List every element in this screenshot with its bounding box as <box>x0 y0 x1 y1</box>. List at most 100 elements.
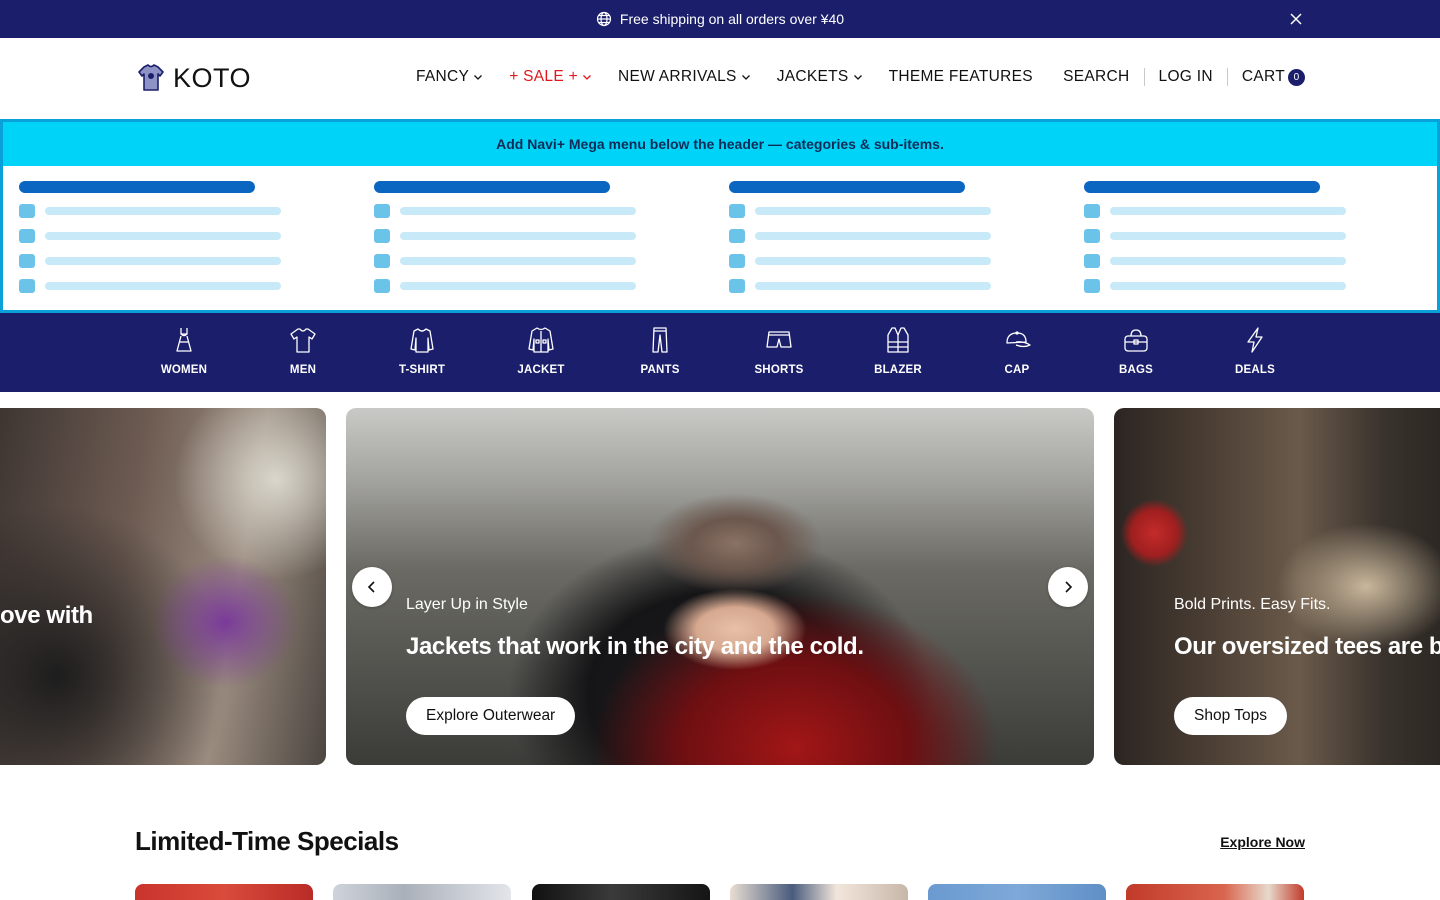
category-label: T-SHIRT <box>398 364 446 376</box>
mega-column <box>729 181 991 293</box>
mega-sub-item <box>729 204 991 218</box>
category-shorts[interactable]: SHORTS <box>734 325 824 376</box>
product-thumbnail[interactable] <box>730 884 908 900</box>
category-label: PANTS <box>640 364 680 376</box>
category-blazer[interactable]: BLAZER <box>853 325 943 376</box>
shop-tops-button[interactable]: Shop Tops <box>1174 697 1287 735</box>
hero-headline: Our oversized tees are bac <box>1174 633 1440 660</box>
chevron-down-icon <box>741 75 750 80</box>
category-label: SHORTS <box>754 364 804 376</box>
hero-headline: Jackets that work in the city and the co… <box>406 633 864 660</box>
shorts-icon <box>766 331 792 348</box>
mega-sub-item <box>1084 254 1346 268</box>
header-utilities: SEARCH LOG IN CART 0 <box>1063 68 1305 86</box>
cart-link[interactable]: CART 0 <box>1242 68 1305 86</box>
product-thumbnail[interactable] <box>135 884 313 900</box>
login-link[interactable]: LOG IN <box>1159 68 1213 86</box>
cap-icon <box>1006 331 1031 348</box>
logo-text: KOTO <box>173 62 252 93</box>
nav-label: + SALE + <box>509 68 578 85</box>
mega-column-heading <box>19 181 255 193</box>
mega-sub-item <box>374 254 636 268</box>
mega-sub-item <box>374 279 636 293</box>
category-women[interactable]: WOMEN <box>139 325 229 376</box>
announcement-bar: Free shipping on all orders over ¥40 <box>0 0 1440 38</box>
category-label: JACKET <box>517 364 565 376</box>
category-label: BAGS <box>1118 364 1154 376</box>
category-bar: WOMEN MEN T-SHIRT JACKET PANTS SHORTS BL… <box>0 313 1440 392</box>
longsleeve-icon <box>410 328 434 353</box>
category-label: BLAZER <box>874 364 922 376</box>
category-label: WOMEN <box>160 364 208 376</box>
site-header: KOTO FANCY + SALE + NEW ARRIVALS JACKETS… <box>0 38 1440 119</box>
nav-item-new-arrivals[interactable]: NEW ARRIVALS <box>618 68 751 86</box>
hero-slide-previous[interactable]: ove with <box>0 408 326 765</box>
carousel-prev-button[interactable] <box>352 567 392 607</box>
main-nav: FANCY + SALE + NEW ARRIVALS JACKETS THEM… <box>416 68 1059 86</box>
mega-sub-item <box>374 204 636 218</box>
category-label: DEALS <box>1235 364 1275 376</box>
hero-slide-image <box>0 408 326 765</box>
hero-headline: ove with <box>0 602 93 629</box>
nav-item-sale[interactable]: + SALE + <box>509 68 592 86</box>
category-jacket[interactable]: JACKET <box>496 325 586 376</box>
logo-shirt-icon <box>138 64 164 91</box>
mega-column-heading <box>729 181 965 193</box>
search-link[interactable]: SEARCH <box>1063 68 1129 86</box>
mega-sub-item <box>19 204 281 218</box>
jacket-icon <box>528 327 554 353</box>
chevron-down-icon <box>853 75 862 80</box>
category-label: CAP <box>1004 364 1030 376</box>
mega-sub-item <box>729 254 991 268</box>
category-pants[interactable]: PANTS <box>615 325 705 376</box>
cart-label: CART <box>1241 68 1285 85</box>
category-bags[interactable]: BAGS <box>1091 325 1181 376</box>
nav-label: FANCY <box>416 68 470 85</box>
mega-menu-banner: Add Navi+ Mega menu below the header — c… <box>3 122 1437 166</box>
product-thumbnail[interactable] <box>928 884 1106 900</box>
nav-item-fancy[interactable]: FANCY <box>416 68 483 86</box>
product-thumbnail[interactable] <box>333 884 511 900</box>
mega-sub-item <box>19 279 281 293</box>
category-tshirt[interactable]: T-SHIRT <box>377 325 467 376</box>
mega-sub-item <box>1084 229 1346 243</box>
nav-label: THEME FEATURES <box>888 68 1033 85</box>
vest-icon <box>887 327 909 353</box>
bag-icon <box>1124 329 1148 352</box>
pants-icon <box>652 327 668 353</box>
product-thumbnail[interactable] <box>532 884 710 900</box>
mega-sub-item <box>374 229 636 243</box>
nav-item-jackets[interactable]: JACKETS <box>777 68 863 86</box>
nav-item-theme-features[interactable]: THEME FEATURES <box>889 68 1033 86</box>
carousel-next-button[interactable] <box>1048 567 1088 607</box>
mega-sub-item <box>19 229 281 243</box>
mega-column <box>19 181 281 293</box>
globe-icon <box>596 11 612 27</box>
explore-outerwear-button[interactable]: Explore Outerwear <box>406 697 576 735</box>
mega-sub-item <box>729 229 991 243</box>
divider <box>1226 68 1228 86</box>
category-deals[interactable]: DEALS <box>1210 325 1300 376</box>
explore-now-link[interactable]: Explore Now <box>1220 834 1305 850</box>
category-cap[interactable]: CAP <box>972 325 1062 376</box>
category-men[interactable]: MEN <box>258 325 348 376</box>
chevron-down-icon <box>474 75 483 80</box>
chevron-right-icon <box>1065 581 1073 593</box>
mega-sub-item <box>19 254 281 268</box>
mega-sub-item <box>729 279 991 293</box>
divider <box>1143 68 1145 86</box>
hero-slide-next[interactable]: Bold Prints. Easy Fits. Our oversized te… <box>1114 408 1440 765</box>
mega-sub-item <box>1084 279 1346 293</box>
section-title: Limited-Time Specials <box>135 826 399 856</box>
logo[interactable]: KOTO <box>135 62 251 94</box>
mega-sub-item <box>1084 204 1346 218</box>
close-icon[interactable] <box>1288 11 1304 27</box>
category-label: MEN <box>289 364 317 376</box>
dress-icon <box>176 328 192 352</box>
mega-menu-placeholder: Add Navi+ Mega menu below the header — c… <box>0 119 1440 313</box>
hero-slide-current[interactable]: Layer Up in Style Jackets that work in t… <box>346 408 1094 765</box>
nav-label: JACKETS <box>776 68 849 85</box>
lightning-icon <box>1247 327 1263 353</box>
chevron-down-icon <box>582 75 591 80</box>
product-thumbnail[interactable] <box>1126 884 1304 900</box>
